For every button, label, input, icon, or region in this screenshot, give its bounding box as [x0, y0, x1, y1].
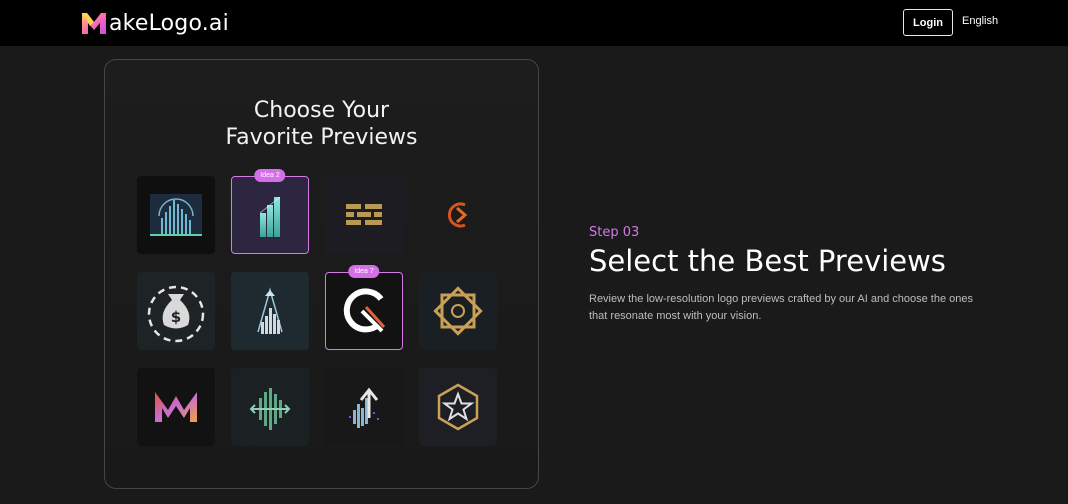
- logo-preview-tile-1[interactable]: [137, 176, 215, 254]
- logo-preview-tile-12[interactable]: [419, 368, 497, 446]
- gold-brick-pattern-icon: [325, 176, 403, 254]
- card-title-line-1: Choose Your: [253, 98, 390, 123]
- hexagon-star-icon: [419, 368, 497, 446]
- idea-badge: Idea 7: [348, 265, 380, 278]
- logo-preview-tile-10[interactable]: [231, 368, 309, 446]
- top-navigation-bar: akeLogo.ai Login English: [0, 0, 1068, 46]
- logo-preview-tile-8[interactable]: [419, 272, 497, 350]
- upward-arrow-bars-icon: [231, 272, 309, 350]
- dome-bar-chart-icon: [137, 176, 215, 254]
- logo-preview-tile-3[interactable]: [325, 176, 403, 254]
- teal-bar-chart-icon: [232, 177, 308, 253]
- m-zigzag-icon: [137, 368, 215, 446]
- idea-badge: Idea 2: [254, 169, 286, 182]
- card-title: Choose Your Favorite Previews: [105, 97, 538, 151]
- gauge-icon: [326, 273, 402, 349]
- logo-preview-grid: Idea 2 $ Idea 7: [137, 169, 499, 448]
- brand-logo[interactable]: akeLogo.ai: [80, 9, 229, 37]
- section-description: Review the low-resolution logo previews …: [589, 293, 973, 322]
- circular-arrow-icon: [419, 176, 497, 254]
- m-letter-logo-icon: [82, 13, 106, 34]
- horizontal-arrow-bars-icon: [231, 368, 309, 446]
- logo-preview-tile-5[interactable]: $: [137, 272, 215, 350]
- pixel-up-arrow-icon: [325, 368, 403, 446]
- login-button[interactable]: Login: [903, 9, 953, 36]
- card-title-line-2: Favorite Previews: [225, 125, 418, 150]
- svg-text:$: $: [171, 308, 181, 326]
- brand-name: akeLogo.ai: [109, 10, 229, 36]
- logo-preview-tile-2[interactable]: Idea 2: [231, 169, 309, 254]
- logo-preview-tile-9[interactable]: [137, 368, 215, 446]
- preview-selection-card: Choose Your Favorite Previews Idea 2 $ I…: [104, 59, 539, 489]
- logo-preview-tile-6[interactable]: [231, 272, 309, 350]
- dollar-bag-icon: $: [137, 272, 215, 350]
- eight-point-star-icon: [419, 272, 497, 350]
- logo-preview-tile-11[interactable]: [325, 368, 403, 446]
- step-label: Step 03: [589, 225, 640, 240]
- language-selector[interactable]: English: [962, 15, 998, 27]
- logo-preview-tile-4[interactable]: [419, 176, 497, 254]
- section-headline: Select the Best Previews: [589, 244, 946, 278]
- logo-preview-tile-7[interactable]: Idea 7: [325, 265, 403, 350]
